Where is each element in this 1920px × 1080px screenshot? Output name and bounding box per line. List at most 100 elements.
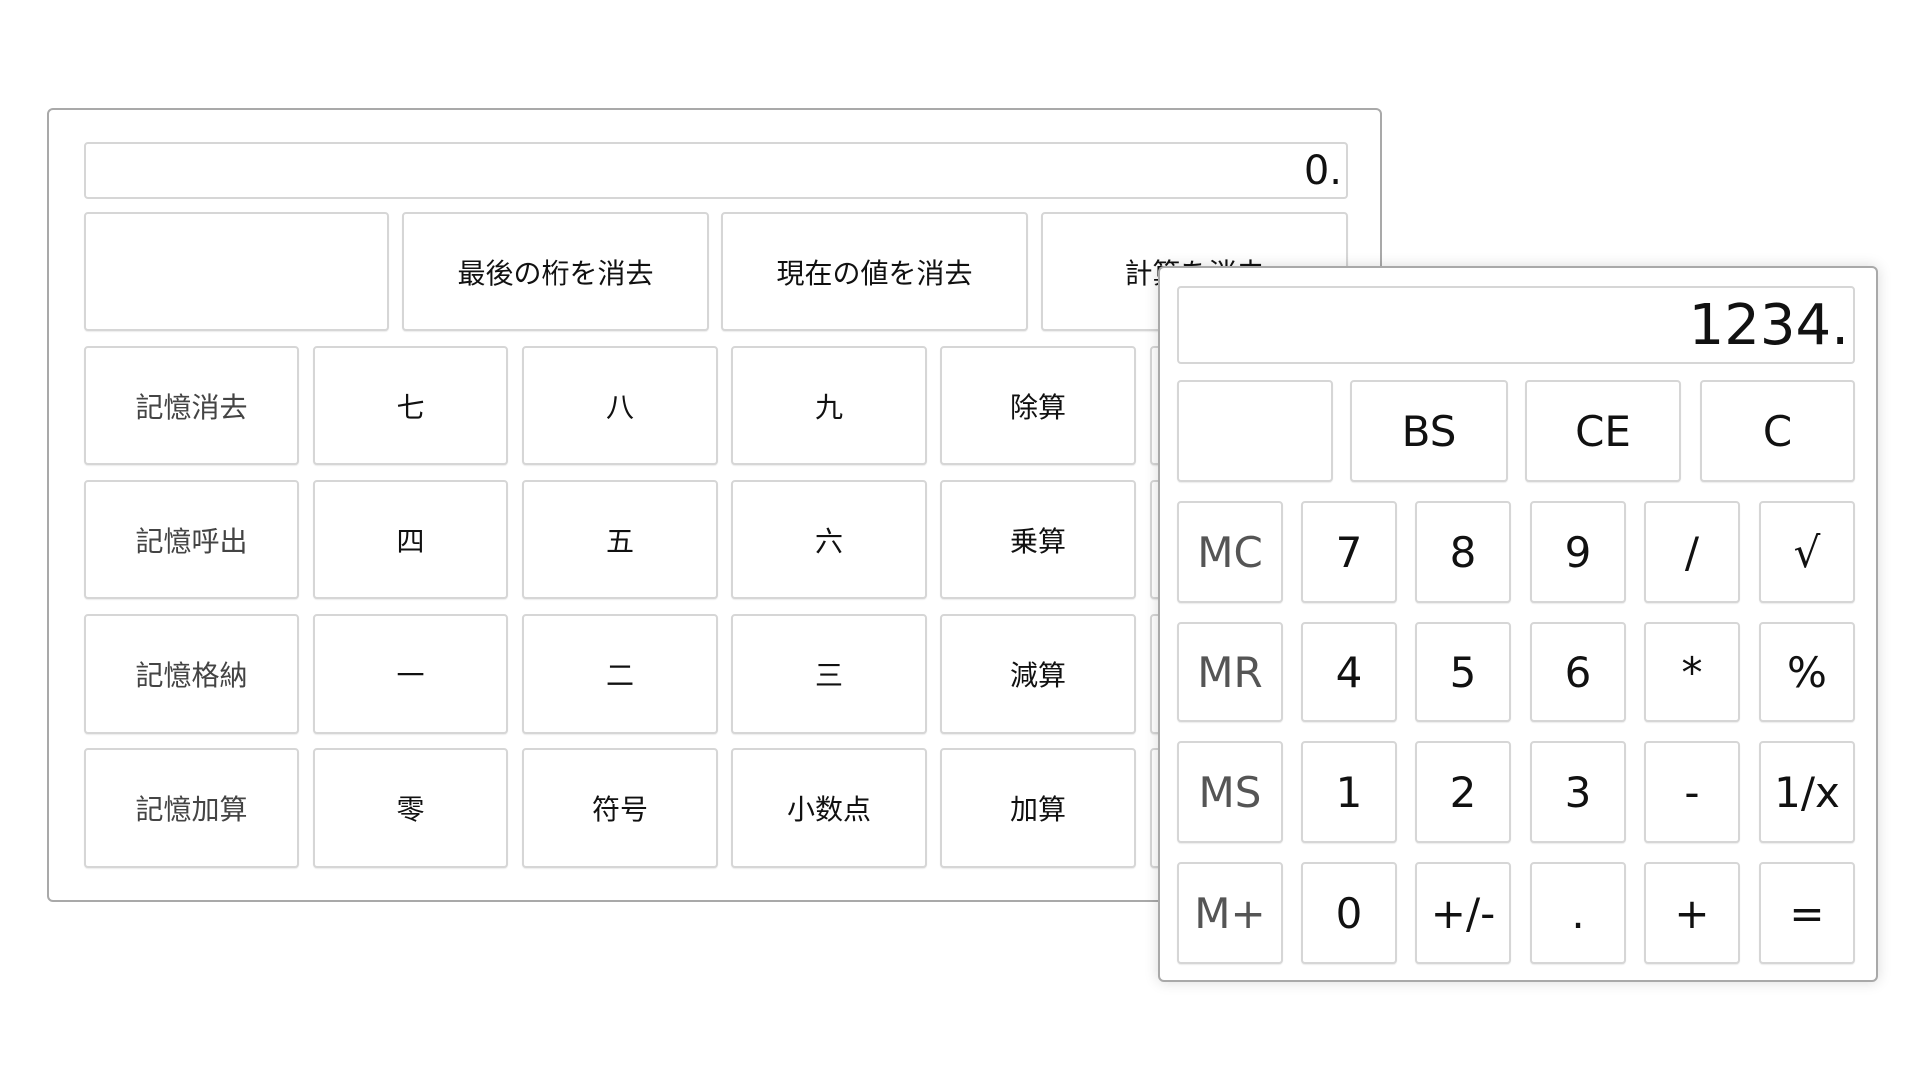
label: 8: [1449, 527, 1477, 577]
top-button-2[interactable]: 現在の値を消去: [721, 212, 1028, 331]
label: 0.: [1303, 147, 1342, 194]
key-button[interactable]: 九: [731, 346, 927, 465]
key-button[interactable]: 一: [313, 614, 508, 734]
key-button[interactable]: √: [1759, 501, 1855, 603]
label: -: [1684, 767, 1700, 817]
display: 1234.: [1177, 286, 1855, 364]
label: 記憶呼出: [135, 524, 248, 558]
key-button[interactable]: /: [1644, 501, 1740, 603]
key-button[interactable]: 8: [1415, 501, 1511, 603]
label: 減算: [1009, 659, 1066, 692]
label: 6: [1564, 647, 1592, 697]
key-button[interactable]: 記憶消去: [84, 346, 299, 465]
key-button[interactable]: 減算: [940, 614, 1136, 734]
key-button[interactable]: .: [1530, 862, 1626, 964]
label: 最後の桁を消去: [457, 256, 654, 290]
top-button-1[interactable]: 最後の桁を消去: [402, 212, 709, 331]
label: MS: [1198, 767, 1262, 817]
key-button[interactable]: 加算: [940, 748, 1136, 868]
standard-calculator-window: 1234. BS CE C MC 7 8 9 / √ MR 4 5 6 *% MS 1 2 3 - 1/x M+ 0 +/-.…: [1158, 266, 1878, 982]
label: 9: [1564, 527, 1592, 577]
label: =: [1789, 888, 1825, 938]
label: 七: [396, 390, 425, 424]
label: 除算: [1009, 390, 1066, 424]
label: 六: [814, 524, 843, 558]
key-button[interactable]: 八: [522, 346, 718, 465]
key-button[interactable]: *: [1644, 622, 1740, 722]
top-button-2[interactable]: CE: [1525, 380, 1681, 482]
key-button[interactable]: 乗算: [940, 480, 1136, 599]
label: CE: [1575, 406, 1631, 456]
label: 二: [605, 659, 634, 692]
key-button[interactable]: 三: [731, 614, 927, 734]
label: %: [1787, 647, 1827, 697]
key-button[interactable]: +: [1644, 862, 1740, 964]
key-button[interactable]: 記憶加算: [84, 748, 299, 868]
key-button[interactable]: 五: [522, 480, 718, 599]
key-button[interactable]: 零: [313, 748, 508, 868]
label: 現在の値を消去: [776, 256, 973, 290]
blank-button[interactable]: [84, 212, 389, 331]
label: 3: [1564, 767, 1592, 817]
key-button[interactable]: 除算: [940, 346, 1136, 465]
label: 2: [1449, 767, 1477, 817]
blank-button[interactable]: [1177, 380, 1333, 482]
label: 乗算: [1009, 524, 1066, 558]
label: 1/x: [1774, 767, 1840, 817]
label: 4: [1335, 647, 1363, 697]
key-button[interactable]: 5: [1415, 622, 1511, 722]
label: M+: [1194, 888, 1266, 938]
label: /: [1684, 527, 1700, 577]
key-button[interactable]: 0: [1301, 862, 1397, 964]
top-button-3[interactable]: C: [1700, 380, 1855, 482]
key-button[interactable]: 記憶呼出: [84, 480, 299, 599]
top-button-1[interactable]: BS: [1350, 380, 1508, 482]
key-button[interactable]: 3: [1530, 741, 1626, 843]
key-button[interactable]: 4: [1301, 622, 1397, 722]
label: 符号: [591, 793, 648, 826]
label: 四: [396, 524, 425, 558]
key-button[interactable]: MR: [1177, 622, 1283, 722]
label: +/-: [1430, 888, 1496, 938]
label: 八: [605, 390, 634, 424]
label: √: [1793, 527, 1821, 577]
label: *: [1681, 647, 1703, 697]
key-button[interactable]: 1: [1301, 741, 1397, 843]
label: 記憶格納: [135, 659, 248, 692]
label: 零: [396, 793, 425, 826]
key-button[interactable]: 四: [313, 480, 508, 599]
label: 記憶消去: [135, 390, 248, 424]
label: 三: [814, 659, 843, 692]
key-button[interactable]: %: [1759, 622, 1855, 722]
key-button[interactable]: 小数点: [731, 748, 927, 868]
display: 0.: [84, 142, 1348, 199]
label: 加算: [1009, 793, 1066, 826]
key-button[interactable]: -: [1644, 741, 1740, 843]
key-button[interactable]: 六: [731, 480, 927, 599]
key-button[interactable]: 1/x: [1759, 741, 1855, 843]
label: 7: [1335, 527, 1363, 577]
key-button[interactable]: 7: [1301, 501, 1397, 603]
label: 1234.: [1688, 292, 1849, 358]
label: 1: [1335, 767, 1363, 817]
key-button[interactable]: MS: [1177, 741, 1283, 843]
key-button[interactable]: 符号: [522, 748, 718, 868]
key-button[interactable]: 七: [313, 346, 508, 465]
key-button[interactable]: 6: [1530, 622, 1626, 722]
key-button[interactable]: 二: [522, 614, 718, 734]
label: MR: [1197, 647, 1263, 697]
label: 五: [605, 524, 634, 558]
key-button[interactable]: M+: [1177, 862, 1283, 964]
key-button[interactable]: +/-: [1415, 862, 1511, 964]
key-button[interactable]: 記憶格納: [84, 614, 299, 734]
label: 一: [396, 659, 425, 692]
label: 5: [1449, 647, 1477, 697]
label: 九: [814, 390, 843, 424]
key-button[interactable]: 9: [1530, 501, 1626, 603]
label: BS: [1401, 406, 1457, 456]
key-button[interactable]: =: [1759, 862, 1855, 964]
label: C: [1762, 406, 1793, 456]
label: 0: [1335, 888, 1363, 938]
key-button[interactable]: 2: [1415, 741, 1511, 843]
key-button[interactable]: MC: [1177, 501, 1283, 603]
